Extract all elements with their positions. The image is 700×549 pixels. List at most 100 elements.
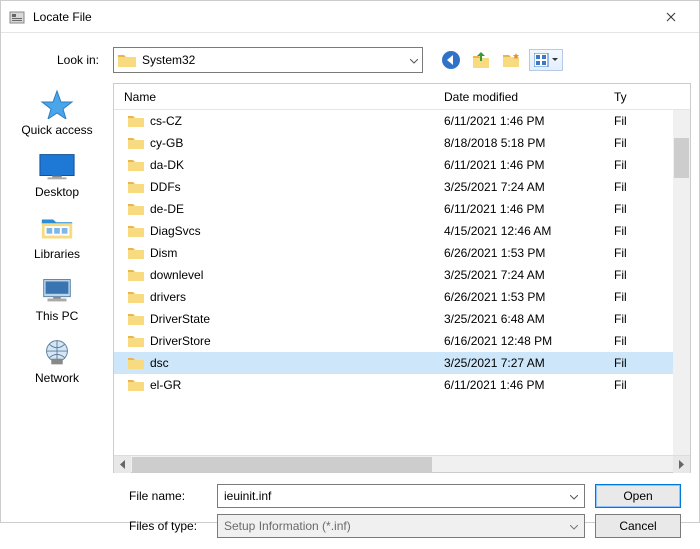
file-date: 6/16/2021 12:48 PM — [444, 334, 614, 348]
app-icon — [9, 9, 25, 25]
place-desktop[interactable]: Desktop — [35, 151, 79, 199]
file-date: 6/11/2021 1:46 PM — [444, 378, 614, 392]
file-date: 6/26/2021 1:53 PM — [444, 246, 614, 260]
folder-icon — [128, 159, 144, 172]
filetype-row: Files of type: Setup Information (*.inf)… — [129, 511, 687, 541]
new-folder-icon — [501, 50, 521, 70]
table-row[interactable]: cs-CZ6/11/2021 1:46 PMFil — [114, 110, 690, 132]
scrollbar-thumb[interactable] — [132, 457, 432, 472]
folder-icon — [128, 291, 144, 304]
table-row[interactable]: DriverStore6/16/2021 12:48 PMFil — [114, 330, 690, 352]
file-date: 6/11/2021 1:46 PM — [444, 114, 614, 128]
table-row[interactable]: Dism6/26/2021 1:53 PMFil — [114, 242, 690, 264]
folder-icon — [128, 357, 144, 370]
file-date: 3/25/2021 6:48 AM — [444, 312, 614, 326]
lookin-dropdown[interactable]: System32 — [113, 47, 423, 73]
file-name: da-DK — [150, 158, 184, 172]
title-bar: Locate File — [1, 1, 699, 33]
file-name: Dism — [150, 246, 177, 260]
file-date: 6/11/2021 1:46 PM — [444, 158, 614, 172]
column-type[interactable]: Ty — [614, 90, 690, 104]
views-button[interactable] — [529, 49, 563, 71]
up-button[interactable] — [469, 48, 493, 72]
scroll-right-arrow[interactable] — [673, 456, 690, 473]
this-pc-icon — [38, 275, 76, 305]
filename-label: File name: — [129, 489, 207, 503]
table-row[interactable]: DriverState3/25/2021 6:48 AMFil — [114, 308, 690, 330]
file-list: Name Date modified Ty cs-CZ 6/11/2021 1:4… — [113, 83, 691, 473]
lookin-row: Look in: System32 — [1, 33, 699, 83]
folder-icon — [128, 335, 144, 348]
up-folder-icon — [471, 50, 491, 70]
folder-icon — [128, 379, 144, 392]
place-this-pc[interactable]: This PC — [36, 275, 79, 323]
table-row[interactable]: de-DE6/11/2021 1:46 PMFil — [114, 198, 690, 220]
desktop-icon — [38, 151, 76, 181]
column-date[interactable]: Date modified — [444, 90, 614, 104]
views-icon — [534, 53, 550, 67]
file-name: el-GR — [150, 378, 181, 392]
chevron-down-icon — [570, 519, 578, 533]
main-area: Quick access Desktop Libraries This PC N… — [1, 83, 699, 473]
lookin-value: System32 — [142, 53, 404, 67]
window-title: Locate File — [33, 10, 648, 24]
folder-icon — [128, 137, 144, 150]
table-row[interactable]: da-DK6/11/2021 1:46 PMFil — [114, 154, 690, 176]
file-name: downlevel — [150, 268, 203, 282]
filetype-field[interactable]: Setup Information (*.inf) — [217, 514, 585, 538]
file-name: DriverState — [150, 312, 210, 326]
folder-icon — [128, 247, 144, 260]
close-button[interactable] — [648, 1, 693, 33]
scrollbar-thumb[interactable] — [674, 138, 689, 178]
scroll-left-arrow[interactable] — [114, 456, 131, 473]
places-bar: Quick access Desktop Libraries This PC N… — [1, 83, 113, 473]
filetype-value: Setup Information (*.inf) — [224, 519, 564, 533]
chevron-down-icon — [410, 53, 418, 67]
folder-icon — [128, 115, 144, 128]
file-date: 6/11/2021 1:46 PM — [444, 202, 614, 216]
place-libraries[interactable]: Libraries — [34, 213, 80, 261]
file-name: DriverStore — [150, 334, 211, 348]
chevron-down-icon — [570, 489, 578, 503]
table-row[interactable]: drivers6/26/2021 1:53 PMFil — [114, 286, 690, 308]
filetype-label: Files of type: — [129, 519, 207, 533]
filename-field[interactable]: ieuinit.inf — [217, 484, 585, 508]
star-icon — [38, 89, 76, 119]
column-name[interactable]: Name — [114, 90, 444, 104]
back-arrow-icon — [441, 50, 461, 70]
file-date: 3/25/2021 7:27 AM — [444, 356, 614, 370]
table-row[interactable]: el-GR6/11/2021 1:46 PMFil — [114, 374, 690, 396]
file-date: 3/25/2021 7:24 AM — [444, 180, 614, 194]
chevron-down-icon — [552, 58, 558, 62]
vertical-scrollbar[interactable] — [673, 110, 690, 455]
file-name: de-DE — [150, 202, 184, 216]
file-name: dsc — [150, 356, 169, 370]
filename-value: ieuinit.inf — [224, 489, 564, 503]
table-row[interactable]: DDFs3/25/2021 7:24 AMFil — [114, 176, 690, 198]
folder-icon — [128, 225, 144, 238]
folder-icon — [128, 203, 144, 216]
network-icon — [38, 337, 76, 367]
back-button[interactable] — [439, 48, 463, 72]
file-date: 4/15/2021 12:46 AM — [444, 224, 614, 238]
lookin-label: Look in: — [13, 53, 105, 67]
file-name: cs-CZ — [150, 114, 182, 128]
file-date: 8/18/2018 5:18 PM — [444, 136, 614, 150]
horizontal-scrollbar[interactable] — [114, 455, 690, 472]
bottom-controls: File name: ieuinit.inf Open Files of typ… — [1, 473, 699, 549]
table-row[interactable]: cy-GB8/18/2018 5:18 PMFil — [114, 132, 690, 154]
open-button[interactable]: Open — [595, 484, 681, 508]
folder-icon — [128, 269, 144, 282]
file-date: 3/25/2021 7:24 AM — [444, 268, 614, 282]
table-row[interactable]: dsc3/25/2021 7:27 AMFil — [114, 352, 690, 374]
new-folder-button[interactable] — [499, 48, 523, 72]
table-row[interactable]: DiagSvcs4/15/2021 12:46 AMFil — [114, 220, 690, 242]
cancel-button[interactable]: Cancel — [595, 514, 681, 538]
column-headers: Name Date modified Ty — [114, 84, 690, 110]
place-quick-access[interactable]: Quick access — [21, 89, 92, 137]
folder-icon — [128, 181, 144, 194]
close-icon — [666, 12, 676, 22]
file-name: DDFs — [150, 180, 181, 194]
table-row[interactable]: downlevel3/25/2021 7:24 AMFil — [114, 264, 690, 286]
place-network[interactable]: Network — [35, 337, 79, 385]
